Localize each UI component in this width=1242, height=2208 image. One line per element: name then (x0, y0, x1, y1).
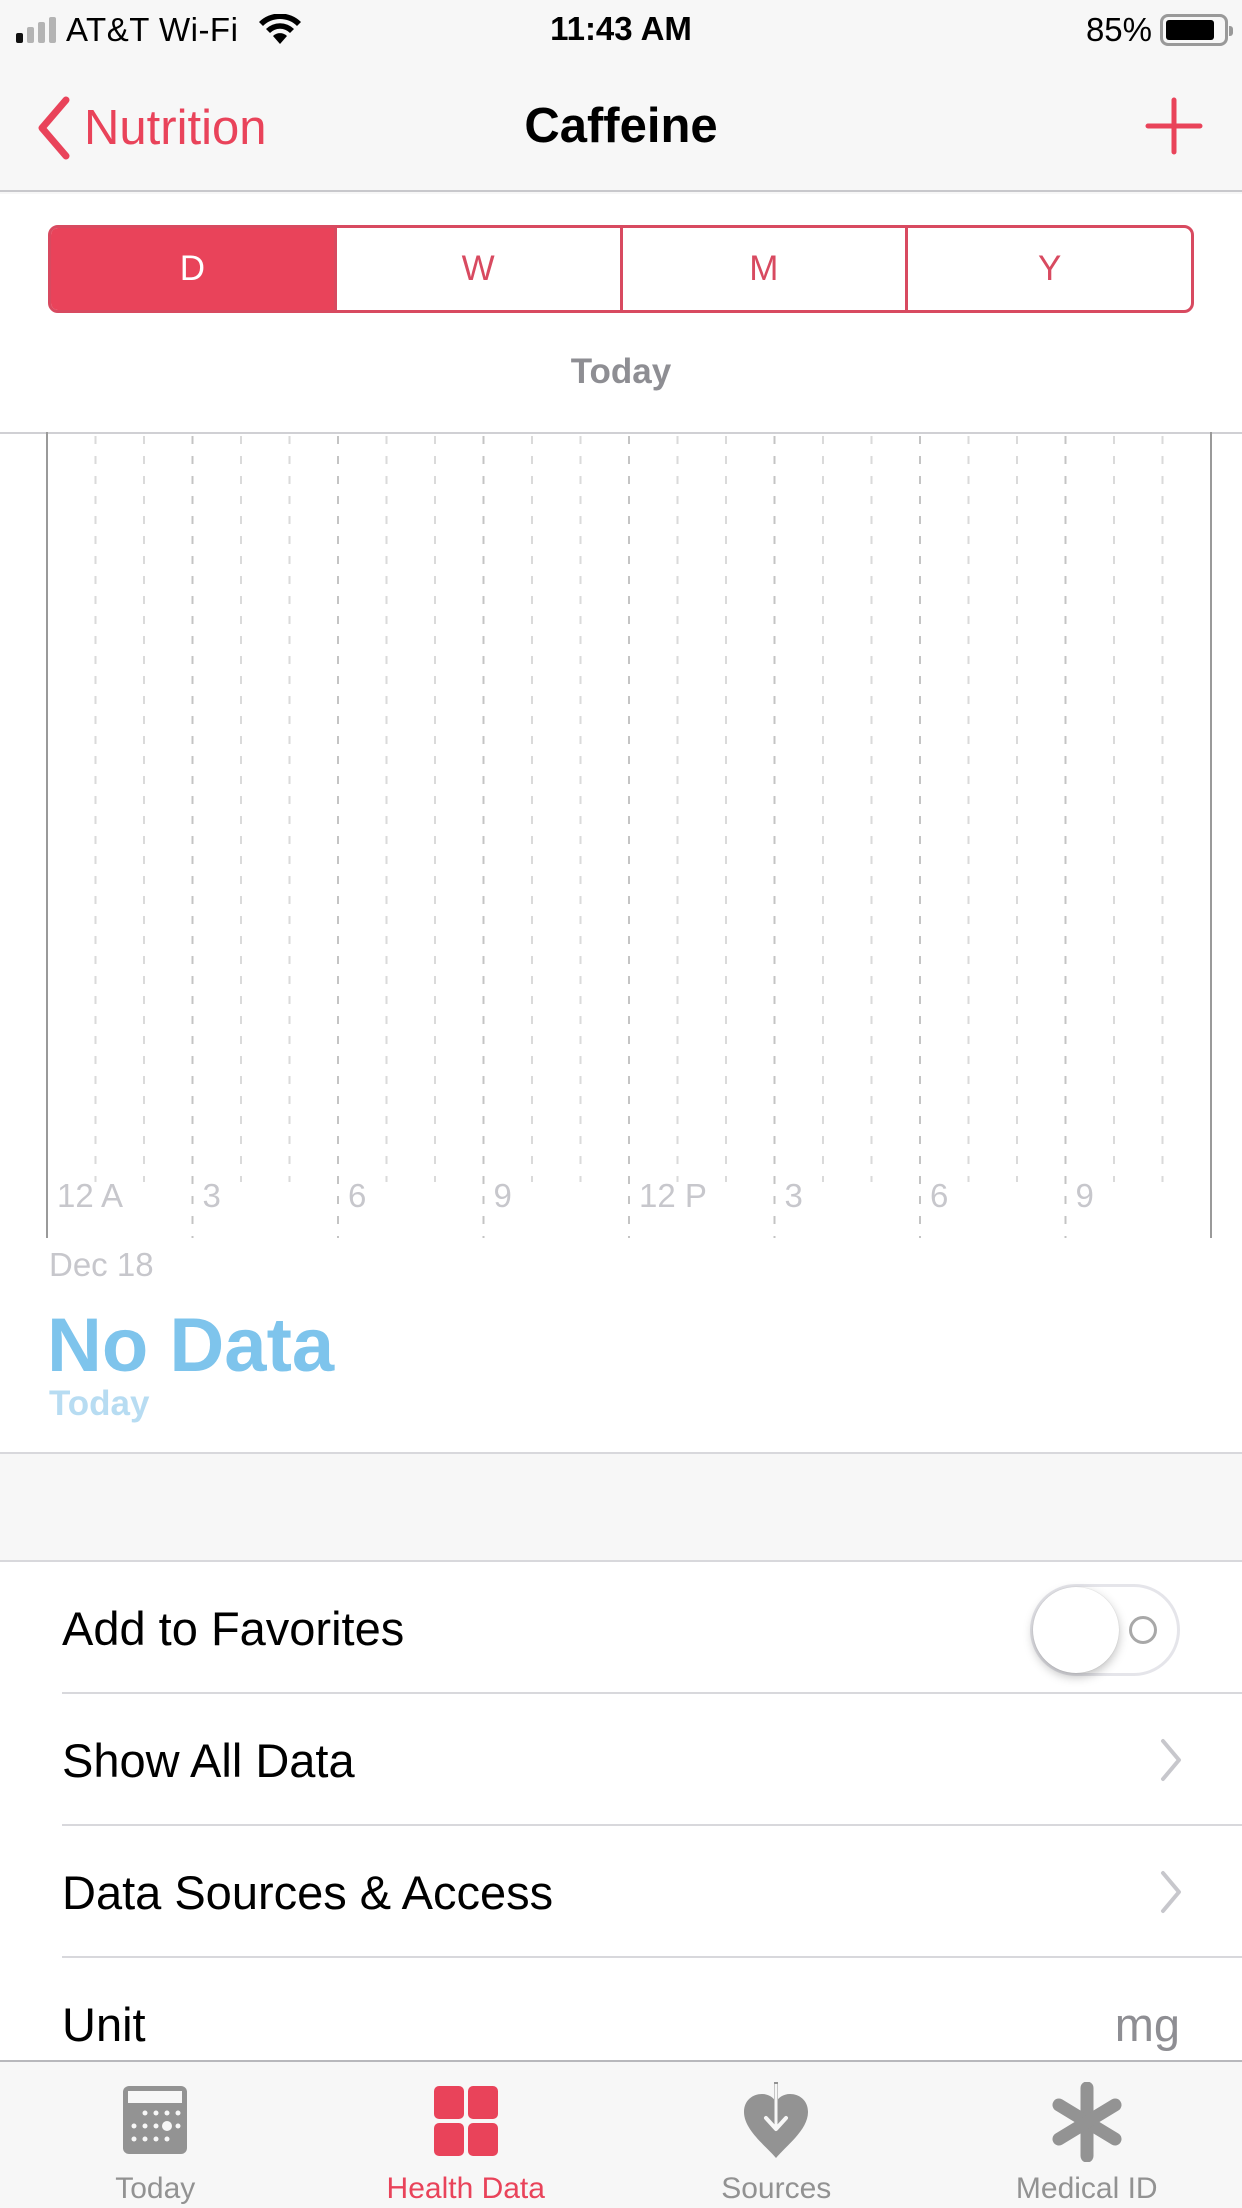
x-tick-label: 3 (784, 1177, 803, 1214)
page-title: Caffeine (524, 99, 718, 153)
x-tick-label: 9 (493, 1177, 512, 1214)
tab-bar: Today Health Data Sources Medical ID (0, 2060, 1242, 2208)
x-tick-label: 6 (348, 1177, 367, 1214)
data-sources-access-label: Data Sources & Access (62, 1865, 554, 1919)
show-all-data-row[interactable]: Show All Data (0, 1694, 1242, 1826)
unit-value: mg (1114, 1997, 1180, 2051)
add-to-favorites-label: Add to Favorites (62, 1601, 405, 1655)
add-to-favorites-row: Add to Favorites (0, 1562, 1242, 1694)
tab-label: Medical ID (1015, 2172, 1158, 2205)
grid-icon (433, 2086, 498, 2156)
x-tick-label: 3 (202, 1177, 221, 1214)
chevron-right-icon (1161, 1871, 1181, 1913)
status-right: 85% (1085, 11, 1233, 48)
toggle-off-indicator (1129, 1616, 1157, 1644)
summary-period: Today (49, 1384, 150, 1423)
summary-value: No Data (47, 1303, 335, 1388)
battery-level (1166, 20, 1214, 40)
range-label: Today (570, 352, 672, 391)
x-tick-label: 12 A (57, 1177, 124, 1214)
tab-label: Today (115, 2172, 196, 2205)
x-tick-label: 6 (930, 1177, 949, 1214)
caffeine-chart[interactable]: 12 A 3 6 9 12 P 3 6 9 (0, 432, 1242, 1262)
battery-icon (1160, 14, 1233, 46)
tab-medical-id[interactable]: Medical ID (932, 2062, 1242, 2208)
chevron-right-icon (1161, 1739, 1181, 1781)
heart-download-icon (744, 2082, 809, 2158)
x-tick-label: 9 (1075, 1177, 1094, 1214)
data-sources-access-row[interactable]: Data Sources & Access (0, 1826, 1242, 1958)
summary-date: Dec 18 (49, 1246, 154, 1283)
tab-health-data[interactable]: Health Data (311, 2062, 622, 2208)
unit-label: Unit (62, 1997, 146, 2051)
tab-sources[interactable]: Sources (621, 2062, 932, 2208)
tab-label: Health Data (386, 2172, 545, 2205)
time-range-segmented-control: D W M Y (48, 225, 1194, 313)
navigation-bar: Nutrition Caffeine (0, 60, 1242, 192)
x-tick-label: 12 P (639, 1177, 707, 1214)
segment-day[interactable]: D (51, 228, 334, 310)
favorites-toggle[interactable] (1030, 1584, 1180, 1676)
asterisk-icon (1052, 2082, 1122, 2162)
tab-today[interactable]: Today (0, 2062, 311, 2208)
segment-year[interactable]: Y (905, 228, 1191, 310)
calendar-dots-icon (123, 2086, 188, 2154)
settings-list: Add to Favorites Show All Data Data Sour… (0, 1560, 1242, 2090)
tab-label: Sources (721, 2172, 832, 2205)
toggle-knob (1033, 1587, 1119, 1673)
segment-week[interactable]: W (333, 228, 620, 310)
chart-grid (0, 432, 1242, 1238)
clock: 11:43 AM (550, 10, 692, 47)
battery-percent: 85% (1085, 11, 1152, 48)
plus-icon[interactable] (1144, 96, 1204, 156)
chart-panel: D W M Y Today 12 A 3 6 9 12 P 3 6 9 Dec 18 No D… (0, 194, 1242, 1454)
show-all-data-label: Show All Data (62, 1733, 355, 1787)
segment-month[interactable]: M (619, 228, 906, 310)
status-bar: AT&T Wi-Fi 11:43 AM 85% (0, 0, 1242, 60)
